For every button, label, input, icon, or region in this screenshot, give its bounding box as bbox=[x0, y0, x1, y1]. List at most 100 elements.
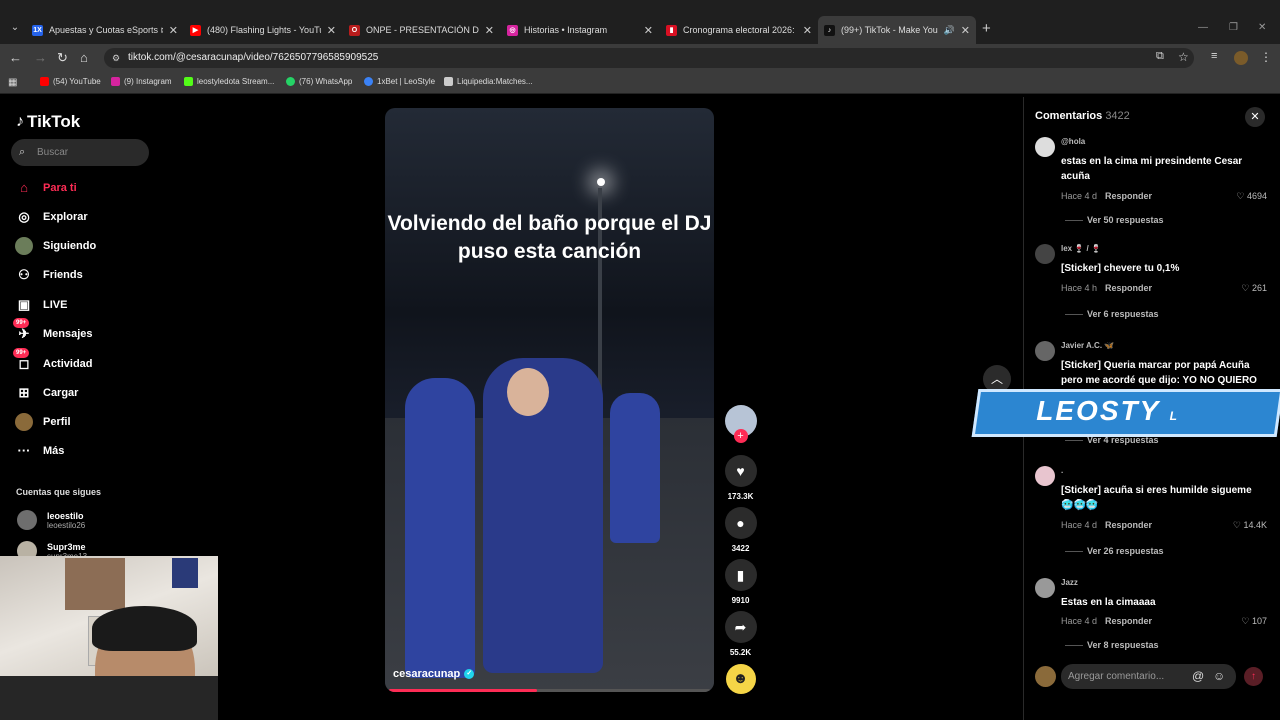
avatar[interactable] bbox=[1035, 466, 1055, 486]
tiktok-logo[interactable]: ♪ TikTok bbox=[16, 112, 80, 132]
nav-item-mensajes[interactable]: ✈ 99+ Mensajes bbox=[13, 318, 93, 343]
comment-like[interactable]: ♡ 4694 bbox=[1236, 191, 1267, 202]
maximize-icon[interactable]: ❐ bbox=[1229, 22, 1238, 33]
close-comments-icon[interactable]: ✕ bbox=[1245, 107, 1265, 127]
menu-kebab-icon[interactable]: ⋮ bbox=[1260, 50, 1272, 64]
video-progress-bar[interactable] bbox=[389, 689, 710, 692]
browser-tab[interactable]: 1X Apuestas y Cuotas eSports ⊳ A ✕ bbox=[32, 19, 178, 41]
comment-user[interactable]: lex 🍷 / 🍷 bbox=[1061, 244, 1101, 253]
site-info-icon[interactable]: ⚙ bbox=[112, 48, 120, 68]
install-icon[interactable]: ⧉ bbox=[1156, 50, 1164, 63]
browser-tab[interactable]: ▮ Cronograma electoral 2026: fec ✕ bbox=[666, 19, 812, 41]
nav-item-friends[interactable]: ⚇ Friends bbox=[15, 266, 83, 284]
comment-input[interactable]: Agregar comentario... @ ☺ bbox=[1061, 664, 1236, 689]
nav-item-live[interactable]: ▣ LIVE bbox=[15, 296, 68, 314]
nav-item-actividad[interactable]: ◻ 99+ Actividad bbox=[13, 348, 93, 373]
view-replies-button[interactable]: Ver 50 respuestas bbox=[1065, 215, 1164, 225]
like-count: 14.4K bbox=[1243, 520, 1267, 530]
like-count: 173.3K bbox=[727, 492, 754, 501]
close-tab-icon[interactable]: ✕ bbox=[644, 24, 653, 37]
browser-tab-active[interactable]: ♪ (99+) TikTok - Make Your Da 🔊 ✕ bbox=[818, 16, 976, 44]
new-tab-icon[interactable]: + bbox=[982, 20, 991, 37]
comment-text: [Sticker] Queria marcar por papá Acuña p… bbox=[1061, 360, 1257, 386]
like-count: 107 bbox=[1251, 616, 1267, 626]
nav-item-mas[interactable]: ··· Más bbox=[15, 442, 65, 460]
avatar[interactable] bbox=[1035, 137, 1055, 157]
nav-label: Siguiendo bbox=[43, 240, 97, 252]
emoji-icon[interactable]: ☺ bbox=[1213, 664, 1225, 689]
bookmark-item[interactable]: Liquipedia:Matches... bbox=[444, 77, 533, 86]
browser-tab[interactable]: ◎ Historias • Instagram ✕ bbox=[507, 19, 653, 41]
search-input[interactable]: ⌕ Buscar bbox=[11, 139, 149, 166]
nav-item-para-ti[interactable]: ⌂ Para ti bbox=[15, 179, 77, 197]
headset-shirt bbox=[0, 676, 218, 720]
logo-text: TikTok bbox=[27, 112, 81, 131]
reply-button[interactable]: Responder bbox=[1105, 283, 1152, 293]
close-tab-icon[interactable]: ✕ bbox=[803, 24, 812, 37]
close-tab-icon[interactable]: ✕ bbox=[485, 24, 494, 37]
nav-item-cargar[interactable]: ⊞ Cargar bbox=[15, 384, 79, 402]
like-button[interactable]: ♥ 173.3K bbox=[724, 455, 757, 501]
bookmark-item[interactable]: leostyledota Stream... bbox=[184, 77, 274, 86]
tab-title: Cronograma electoral 2026: fec bbox=[683, 25, 797, 35]
view-replies-button[interactable]: Ver 8 respuestas bbox=[1065, 640, 1159, 650]
profile-avatar-icon[interactable] bbox=[1234, 51, 1248, 65]
author-avatar-button[interactable]: + bbox=[724, 405, 757, 443]
comment-meta: Hace 4 d Responder bbox=[1061, 191, 1152, 201]
video-player[interactable]: Volviendo del baño porque el DJ puso est… bbox=[385, 108, 714, 692]
comment-button[interactable]: ● 3422 bbox=[724, 507, 757, 553]
avatar[interactable] bbox=[1035, 244, 1055, 264]
bookmark-item[interactable]: (54) YouTube bbox=[40, 77, 101, 86]
followed-account[interactable]: leoestilo leoestilo26 bbox=[17, 510, 85, 530]
nav-label: Más bbox=[43, 445, 65, 457]
comment-user[interactable]: . bbox=[1061, 466, 1063, 475]
bookmark-button[interactable]: ▮ 9910 bbox=[724, 559, 757, 605]
bookmark-item[interactable]: 1xBet | LeoStyle bbox=[364, 77, 435, 86]
bookmark-item[interactable]: (9) Instagram bbox=[111, 77, 172, 86]
comment-user[interactable]: @hola bbox=[1061, 137, 1085, 146]
close-tab-icon[interactable]: ✕ bbox=[327, 24, 336, 37]
share-button[interactable]: ➦ 55.2K bbox=[724, 611, 757, 657]
address-bar[interactable]: ⚙ tiktok.com/@cesaracunap/video/76265077… bbox=[104, 48, 1194, 68]
avatar[interactable] bbox=[1035, 578, 1055, 598]
like-count: 261 bbox=[1251, 283, 1267, 293]
minimize-icon[interactable]: — bbox=[1198, 22, 1208, 33]
reply-button[interactable]: Responder bbox=[1105, 616, 1152, 626]
comment-like[interactable]: ♡ 14.4K bbox=[1233, 520, 1267, 531]
bookmark-item[interactable]: (76) WhatsApp bbox=[286, 77, 352, 86]
forward-icon[interactable]: → bbox=[34, 50, 47, 65]
home-icon[interactable]: ⌂ bbox=[80, 50, 88, 65]
nav-item-perfil[interactable]: Perfil bbox=[15, 413, 71, 431]
follow-plus-icon[interactable]: + bbox=[733, 429, 748, 443]
comment-like[interactable]: ♡ 261 bbox=[1241, 283, 1267, 294]
video-author[interactable]: cesaracunap ✓ bbox=[393, 668, 475, 680]
browser-tab[interactable]: ▶ (480) Flashing Lights - YouTube ✕ bbox=[190, 19, 336, 41]
avatar[interactable] bbox=[1035, 341, 1055, 361]
back-icon[interactable]: ← bbox=[9, 50, 22, 65]
close-tab-icon[interactable]: ✕ bbox=[961, 24, 970, 37]
comment-user[interactable]: Jazz bbox=[1061, 578, 1078, 587]
speaker-icon[interactable]: 🔊 bbox=[944, 25, 955, 36]
nav-item-explorar[interactable]: ◎ Explorar bbox=[15, 208, 87, 226]
apps-grid-icon[interactable]: ▦ bbox=[8, 77, 17, 88]
tab-title: (99+) TikTok - Make Your Da bbox=[841, 25, 938, 35]
send-icon[interactable]: ↑ bbox=[1244, 667, 1263, 686]
view-replies-button[interactable]: Ver 6 respuestas bbox=[1065, 309, 1159, 319]
nav-item-siguiendo[interactable]: Siguiendo bbox=[15, 237, 96, 255]
bookmark-star-icon[interactable]: ☆ bbox=[1178, 50, 1189, 64]
media-control-icon[interactable]: ≡ bbox=[1211, 50, 1217, 62]
music-disc-button[interactable]: ☻ bbox=[724, 664, 757, 694]
close-window-icon[interactable]: ✕ bbox=[1258, 22, 1266, 33]
reply-button[interactable]: Responder bbox=[1105, 520, 1152, 530]
comment-like[interactable]: ♡ 107 bbox=[1241, 616, 1267, 627]
comment-count: 3422 bbox=[731, 544, 750, 553]
view-replies-button[interactable]: Ver 26 respuestas bbox=[1065, 546, 1164, 556]
kick-icon bbox=[184, 77, 193, 86]
tab-search-button[interactable]: ⌄ bbox=[6, 19, 24, 37]
browser-tab[interactable]: O ONPE - PRESENTACIÓN DE RES ✕ bbox=[349, 19, 494, 41]
reload-icon[interactable]: ↻ bbox=[57, 50, 68, 66]
close-tab-icon[interactable]: ✕ bbox=[169, 24, 178, 37]
mention-icon[interactable]: @ bbox=[1192, 664, 1204, 689]
comment-user[interactable]: Javier A.C. 🦋 bbox=[1061, 341, 1114, 350]
reply-button[interactable]: Responder bbox=[1105, 191, 1152, 201]
